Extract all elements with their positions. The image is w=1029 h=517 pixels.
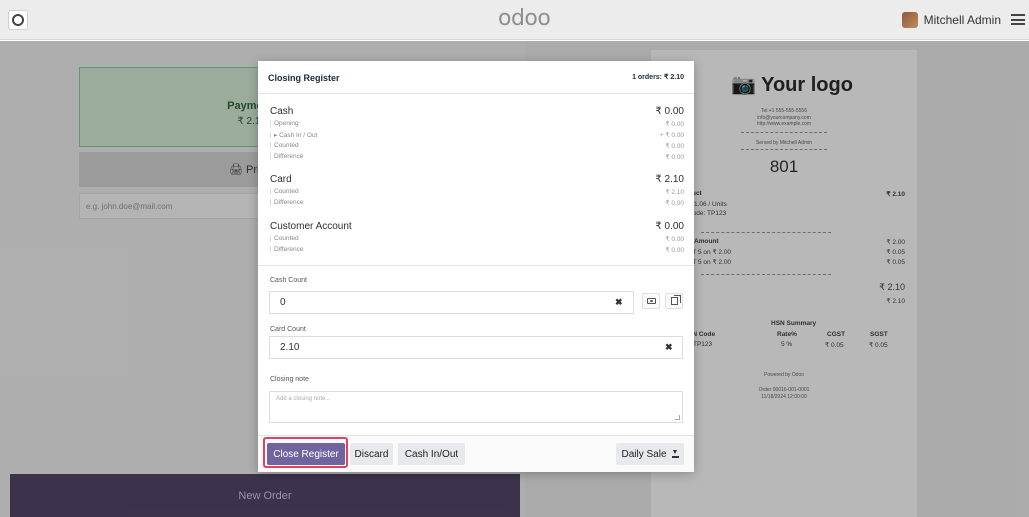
customer-account-counted-label: Counted — [270, 235, 299, 242]
cash-difference-value: ₹ 0.00 — [665, 154, 684, 161]
dialog-title: Closing Register — [268, 73, 340, 83]
customer-account-section-total: ₹ 0.00 — [655, 221, 684, 232]
card-section-title: Card — [270, 174, 292, 185]
cash-count-input[interactable]: 0 — [269, 291, 634, 314]
cash-section-title: Cash — [270, 106, 294, 117]
card-section-total: ₹ 2.10 — [655, 174, 684, 185]
cash-difference-label: Difference — [270, 153, 304, 160]
top-bar: odoo Mitchell Admin — [0, 0, 1029, 40]
download-icon — [671, 450, 679, 458]
highlight-outline — [263, 437, 348, 468]
section-divider — [258, 265, 694, 266]
odoo-logo: odoo — [498, 6, 551, 31]
cash-count-clear-icon[interactable]: ✖ — [615, 297, 623, 308]
dialog-header: Closing Register 1 orders: ₹ 2.10 — [258, 61, 694, 94]
cash-in-out-toggle[interactable]: ▸ Cash In / Out — [270, 131, 317, 139]
orders-summary: 1 orders: ₹ 2.10 — [632, 74, 684, 81]
cash-section-total: ₹ 0.00 — [655, 106, 684, 117]
closing-register-dialog: Closing Register 1 orders: ₹ 2.10 Cash ₹… — [258, 61, 694, 472]
user-name: Mitchell Admin — [923, 13, 1001, 27]
cash-in-out-button[interactable]: Cash In/Out — [398, 443, 465, 465]
cash-details-button[interactable] — [642, 293, 660, 309]
cash-in-out-value: + ₹ 0.00 — [659, 132, 684, 139]
daily-sale-button[interactable]: Daily Sale — [616, 443, 684, 465]
card-count-input[interactable]: 2.10 — [269, 336, 683, 359]
cash-count-label: Cash Count — [270, 277, 307, 284]
hamburger-menu-icon[interactable] — [1011, 14, 1025, 25]
cash-opening-value: ₹ 0.00 — [665, 121, 684, 128]
card-count-clear-icon[interactable]: ✖ — [665, 342, 673, 353]
daily-sale-label: Daily Sale — [621, 448, 667, 460]
discard-button[interactable]: Discard — [350, 443, 393, 465]
card-difference-label: Difference — [270, 199, 304, 206]
cash-counted-label: Counted — [270, 142, 299, 149]
copy-counted-button[interactable] — [665, 293, 683, 309]
menu-icon[interactable] — [8, 10, 28, 30]
customer-account-difference-value: ₹ 0.00 — [665, 247, 684, 254]
user-menu[interactable]: Mitchell Admin — [901, 12, 1001, 28]
avatar — [901, 12, 918, 28]
money-icon — [646, 298, 656, 304]
card-difference-value: ₹ 0.00 — [665, 200, 684, 207]
cash-counted-value: ₹ 0.00 — [665, 143, 684, 150]
cash-opening-label: Opening — [270, 120, 299, 127]
card-counted-label: Counted — [270, 188, 299, 195]
card-counted-value: ₹ 2.10 — [665, 189, 684, 196]
customer-account-difference-label: Difference — [270, 246, 304, 253]
card-count-label: Card Count — [270, 326, 306, 333]
customer-account-section-title: Customer Account — [270, 221, 352, 232]
closing-note-textarea[interactable]: Add a closing note... — [269, 391, 683, 423]
copy-icon — [670, 295, 681, 305]
customer-account-counted-value: ₹ 0.00 — [665, 236, 684, 243]
closing-note-label: Closing note — [270, 376, 309, 383]
